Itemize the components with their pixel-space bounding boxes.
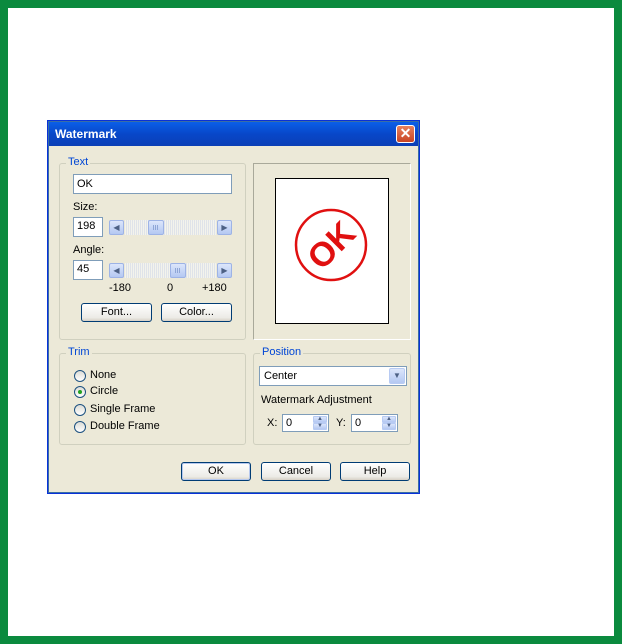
radio-circle[interactable] — [74, 386, 86, 398]
x-spinner[interactable]: 0 ▲ ▼ — [282, 414, 329, 432]
color-button[interactable]: Color... — [161, 303, 232, 322]
x-down-arrow-icon[interactable]: ▼ — [313, 423, 327, 430]
angle-label: Angle: — [73, 244, 105, 256]
close-button[interactable]: ✕ — [396, 125, 415, 143]
position-select-value: Center — [264, 370, 298, 382]
trim-group: Trim None Circle Single Frame Double Fra… — [59, 346, 246, 445]
trim-group-label: Trim — [66, 346, 92, 358]
watermark-text-input[interactable] — [73, 174, 232, 194]
y-up-arrow-icon[interactable]: ▲ — [382, 416, 396, 423]
x-label: X: — [267, 417, 278, 429]
y-down-arrow-icon[interactable]: ▼ — [382, 423, 396, 430]
preview-area: OK — [253, 163, 411, 340]
angle-tick-max: +180 — [202, 282, 227, 294]
x-value: 0 — [286, 417, 293, 429]
size-slider[interactable]: ◀ ▶ — [109, 220, 232, 235]
position-group-label: Position — [260, 346, 304, 358]
angle-slider-thumb[interactable] — [170, 263, 186, 278]
help-button[interactable]: Help — [340, 462, 410, 481]
preview-page: OK — [275, 178, 389, 324]
angle-input[interactable]: 45 — [73, 260, 103, 280]
angle-value: 45 — [77, 263, 90, 275]
size-slider-thumb[interactable] — [148, 220, 164, 235]
radio-circle-label: Circle — [90, 385, 119, 397]
position-group: Position Center ▼ Watermark Adjustment X… — [253, 346, 411, 445]
size-right-arrow-icon[interactable]: ▶ — [217, 220, 232, 235]
adjustment-label: Watermark Adjustment — [261, 394, 372, 406]
stamp-text: OK — [300, 214, 363, 277]
close-icon: ✕ — [399, 125, 412, 141]
size-left-arrow-icon[interactable]: ◀ — [109, 220, 124, 235]
angle-left-arrow-icon[interactable]: ◀ — [109, 263, 124, 278]
radio-single-frame[interactable] — [74, 404, 86, 416]
radio-double-frame[interactable] — [74, 421, 86, 433]
radio-double-frame-label: Double Frame — [90, 420, 160, 432]
angle-tick-min: -180 — [109, 282, 132, 294]
size-value: 198 — [77, 220, 96, 232]
font-button[interactable]: Font... — [81, 303, 152, 322]
text-group-label: Text — [66, 156, 91, 168]
position-select[interactable]: Center ▼ — [259, 366, 407, 386]
watermark-dialog: Watermark ✕ Text Size: 198 ◀ ▶ Angle: 45… — [47, 120, 420, 494]
size-slider-track[interactable] — [125, 220, 216, 235]
cancel-button[interactable]: Cancel — [261, 462, 331, 481]
radio-single-frame-label: Single Frame — [90, 403, 156, 415]
angle-slider[interactable]: ◀ ▶ — [109, 263, 232, 278]
ok-stamp: OK — [294, 208, 368, 282]
y-spinner[interactable]: 0 ▲ ▼ — [351, 414, 398, 432]
dialog-title: Watermark — [55, 127, 117, 141]
title-bar[interactable]: Watermark ✕ — [49, 122, 418, 146]
ok-button[interactable]: OK — [181, 462, 251, 481]
angle-tick-mid: 0 — [167, 282, 174, 294]
size-input[interactable]: 198 — [73, 217, 103, 237]
radio-none[interactable] — [74, 370, 86, 382]
x-up-arrow-icon[interactable]: ▲ — [313, 416, 327, 423]
angle-right-arrow-icon[interactable]: ▶ — [217, 263, 232, 278]
text-group: Text Size: 198 ◀ ▶ Angle: 45 ◀ ▶ -180 0 … — [59, 156, 246, 340]
size-label: Size: — [73, 201, 98, 213]
chevron-down-icon[interactable]: ▼ — [389, 368, 405, 384]
y-label: Y: — [336, 417, 346, 429]
y-value: 0 — [355, 417, 362, 429]
radio-none-label: None — [90, 369, 117, 381]
